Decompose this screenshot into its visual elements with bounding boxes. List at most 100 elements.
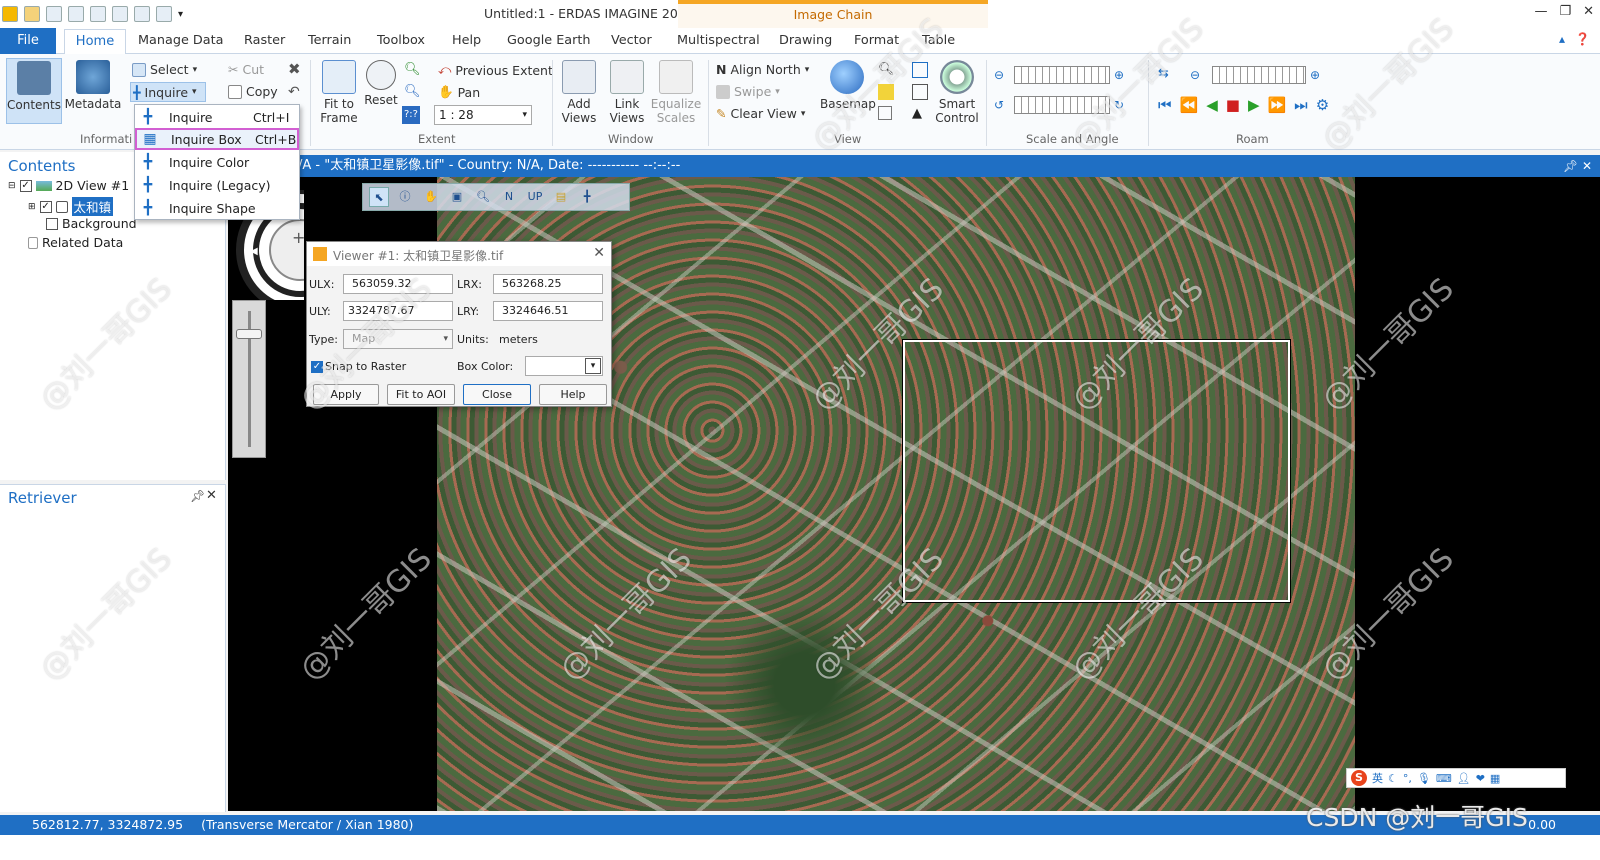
close-panel-icon[interactable]: ✕ <box>206 488 217 503</box>
tab-multispectral[interactable]: Multispectral <box>677 33 760 48</box>
first-icon[interactable]: ⏮ <box>1158 96 1172 114</box>
close-button[interactable]: Close <box>463 384 531 405</box>
camera-icon[interactable] <box>912 84 928 100</box>
play-icon[interactable]: ▶ <box>1248 96 1260 114</box>
save-icon[interactable] <box>46 6 62 22</box>
crosshair-tool-icon[interactable]: ╋ <box>577 187 597 207</box>
select-button[interactable]: Select ▾ <box>132 62 197 77</box>
scale-up-icon[interactable]: ⊕ <box>1114 68 1124 82</box>
menu-item-inquire-color[interactable]: ╋ Inquire Color <box>135 151 299 173</box>
checkbox-layer[interactable]: ✓ <box>39 200 52 213</box>
tab-google-earth[interactable]: Google Earth <box>507 33 591 48</box>
box-color-picker[interactable]: ▾ <box>525 356 603 376</box>
tab-toolbox[interactable]: Toolbox <box>377 33 425 48</box>
equalize-scales-button[interactable]: Equalize Scales <box>650 60 702 125</box>
scale-down-icon[interactable]: ⊖ <box>994 68 1004 82</box>
frame-icon[interactable] <box>878 106 892 120</box>
tab-home[interactable]: Home <box>64 29 126 55</box>
viewer-close-icon[interactable]: ✕ <box>1582 159 1592 173</box>
tree-item-2d-view[interactable]: ⊟ ✓ 2D View #1 <box>8 178 129 193</box>
rotate-cw-icon[interactable]: ↻ <box>1114 98 1124 112</box>
collapse-icon[interactable]: ⊟ <box>8 181 16 191</box>
checkbox-2d-view[interactable]: ✓ <box>19 179 32 192</box>
reset-button[interactable]: Reset <box>362 60 400 107</box>
inquire-button[interactable]: ╋ Inquire ▾ <box>130 82 206 102</box>
scale-slider[interactable] <box>1014 66 1110 84</box>
zoom-out-icon[interactable] <box>134 6 150 22</box>
menu-item-inquire-shape[interactable]: ╋ Inquire Shape <box>135 197 299 219</box>
roam-tool-icon[interactable]: ✋ <box>421 187 441 207</box>
fit-to-aoi-button[interactable]: Fit to AOI <box>387 384 455 405</box>
viewer-pin-icon[interactable]: 📌︎ <box>1563 159 1578 173</box>
undo-icon[interactable] <box>68 6 84 22</box>
tab-drawing[interactable]: Drawing <box>779 33 832 48</box>
chart-icon[interactable] <box>878 84 894 100</box>
roam-zoom-icon[interactable]: ⊖ <box>1190 68 1200 82</box>
smart-control-button[interactable]: Smart Control <box>934 60 980 125</box>
info-panel-icon[interactable] <box>912 62 928 78</box>
menu-item-inquire-legacy[interactable]: ╋ Inquire (Legacy) <box>135 174 299 196</box>
tab-help[interactable]: Help <box>452 33 481 48</box>
type-select[interactable]: Map ▾ <box>343 329 453 349</box>
punctuation-icon[interactable]: °, <box>1403 772 1412 785</box>
expand-icon[interactable]: ⊞ <box>28 202 36 212</box>
open-icon[interactable] <box>24 6 40 22</box>
zoom-in-icon[interactable] <box>112 6 128 22</box>
info-tool-icon[interactable]: ⓘ <box>395 187 415 207</box>
triangle-icon[interactable]: ▲ <box>912 106 922 121</box>
zoom-slider-thumb[interactable] <box>236 329 262 339</box>
search-icon[interactable]: 🔍︎ <box>878 62 895 77</box>
user-icon[interactable]: 👤︎ <box>1457 772 1471 785</box>
contents-button[interactable]: Contents <box>6 58 62 124</box>
help-icon[interactable]: ❓ <box>1575 32 1590 46</box>
grid-icon[interactable]: ▦ <box>1490 772 1500 785</box>
collapse-ribbon-icon[interactable]: ▴ <box>1559 32 1565 46</box>
step-back-icon[interactable]: ⏪ <box>1180 96 1199 114</box>
add-views-button[interactable]: Add Views <box>556 60 602 125</box>
rotate-ccw-icon[interactable]: ↺ <box>994 98 1004 112</box>
mic-icon[interactable]: 🎙︎ <box>1417 772 1431 785</box>
snap-checkbox-icon[interactable]: ✓ <box>311 360 323 373</box>
tab-terrain[interactable]: Terrain <box>308 33 351 48</box>
previous-extent-button[interactable]: ⤺ Previous Extent <box>438 62 553 78</box>
ulx-field[interactable]: 563059.32 <box>343 274 453 294</box>
select-tool-icon[interactable]: ⬉ <box>369 187 389 207</box>
tab-manage-data[interactable]: Manage Data <box>138 33 223 48</box>
tab-table[interactable]: Table <box>922 33 955 48</box>
tree-item-related-data[interactable]: Related Data <box>28 235 123 250</box>
pin-icon[interactable]: 📌︎ <box>190 489 205 503</box>
roam-settings-icon[interactable]: ⚙ <box>1316 96 1329 114</box>
help-button[interactable]: Help <box>539 384 607 405</box>
fit-to-frame-button[interactable]: Fit to Frame <box>316 60 362 125</box>
pan-icon[interactable] <box>156 6 172 22</box>
up-tool-icon[interactable]: UP <box>525 187 545 207</box>
snap-to-raster-checkbox[interactable]: ✓ Snap to Raster <box>311 360 406 373</box>
dialog-close-icon[interactable]: ✕ <box>593 245 605 261</box>
inquire-box[interactable] <box>902 339 1291 603</box>
roam-zoom-plus-icon[interactable]: ⊕ <box>1310 68 1320 82</box>
restore-icon[interactable]: ❐ <box>1559 4 1571 19</box>
folder-tool-icon[interactable]: ▤ <box>551 187 571 207</box>
step-forward-icon[interactable]: ⏩ <box>1267 96 1286 114</box>
file-menu[interactable]: File <box>0 28 56 54</box>
scale-combo[interactable]: 1 : 28 ▾ <box>434 105 532 125</box>
angle-slider[interactable] <box>1014 96 1110 114</box>
keyboard-icon[interactable]: ⌨ <box>1436 772 1452 785</box>
moon-icon[interactable]: ☾ <box>1388 772 1398 785</box>
zoom-out-ribbon-icon[interactable]: 🔍︎ <box>404 84 421 99</box>
undo-ribbon-icon[interactable]: ↶ <box>288 84 300 100</box>
image-chain-tab[interactable]: Image Chain <box>678 0 988 28</box>
roam-speed-slider[interactable] <box>1212 66 1306 84</box>
menu-item-inquire[interactable]: ╋ Inquire Ctrl+I <box>135 106 299 128</box>
stop-icon[interactable]: ■ <box>1226 96 1240 114</box>
zoom-in-ribbon-icon[interactable]: 🔍︎ <box>404 62 421 77</box>
scale-query-icon[interactable]: ?:? <box>402 106 420 124</box>
tab-raster[interactable]: Raster <box>244 33 285 48</box>
roam-mode-icon[interactable]: ⇆ <box>1158 66 1169 81</box>
tab-vector[interactable]: Vector <box>611 33 652 48</box>
select-arrow-icon[interactable] <box>90 6 106 22</box>
uly-field[interactable]: 3324787.67 <box>343 301 453 321</box>
clear-view-button[interactable]: ✎ Clear View ▾ <box>716 106 805 121</box>
close-window-icon[interactable]: ✕ <box>1583 4 1594 19</box>
checkbox-background[interactable] <box>46 217 58 230</box>
